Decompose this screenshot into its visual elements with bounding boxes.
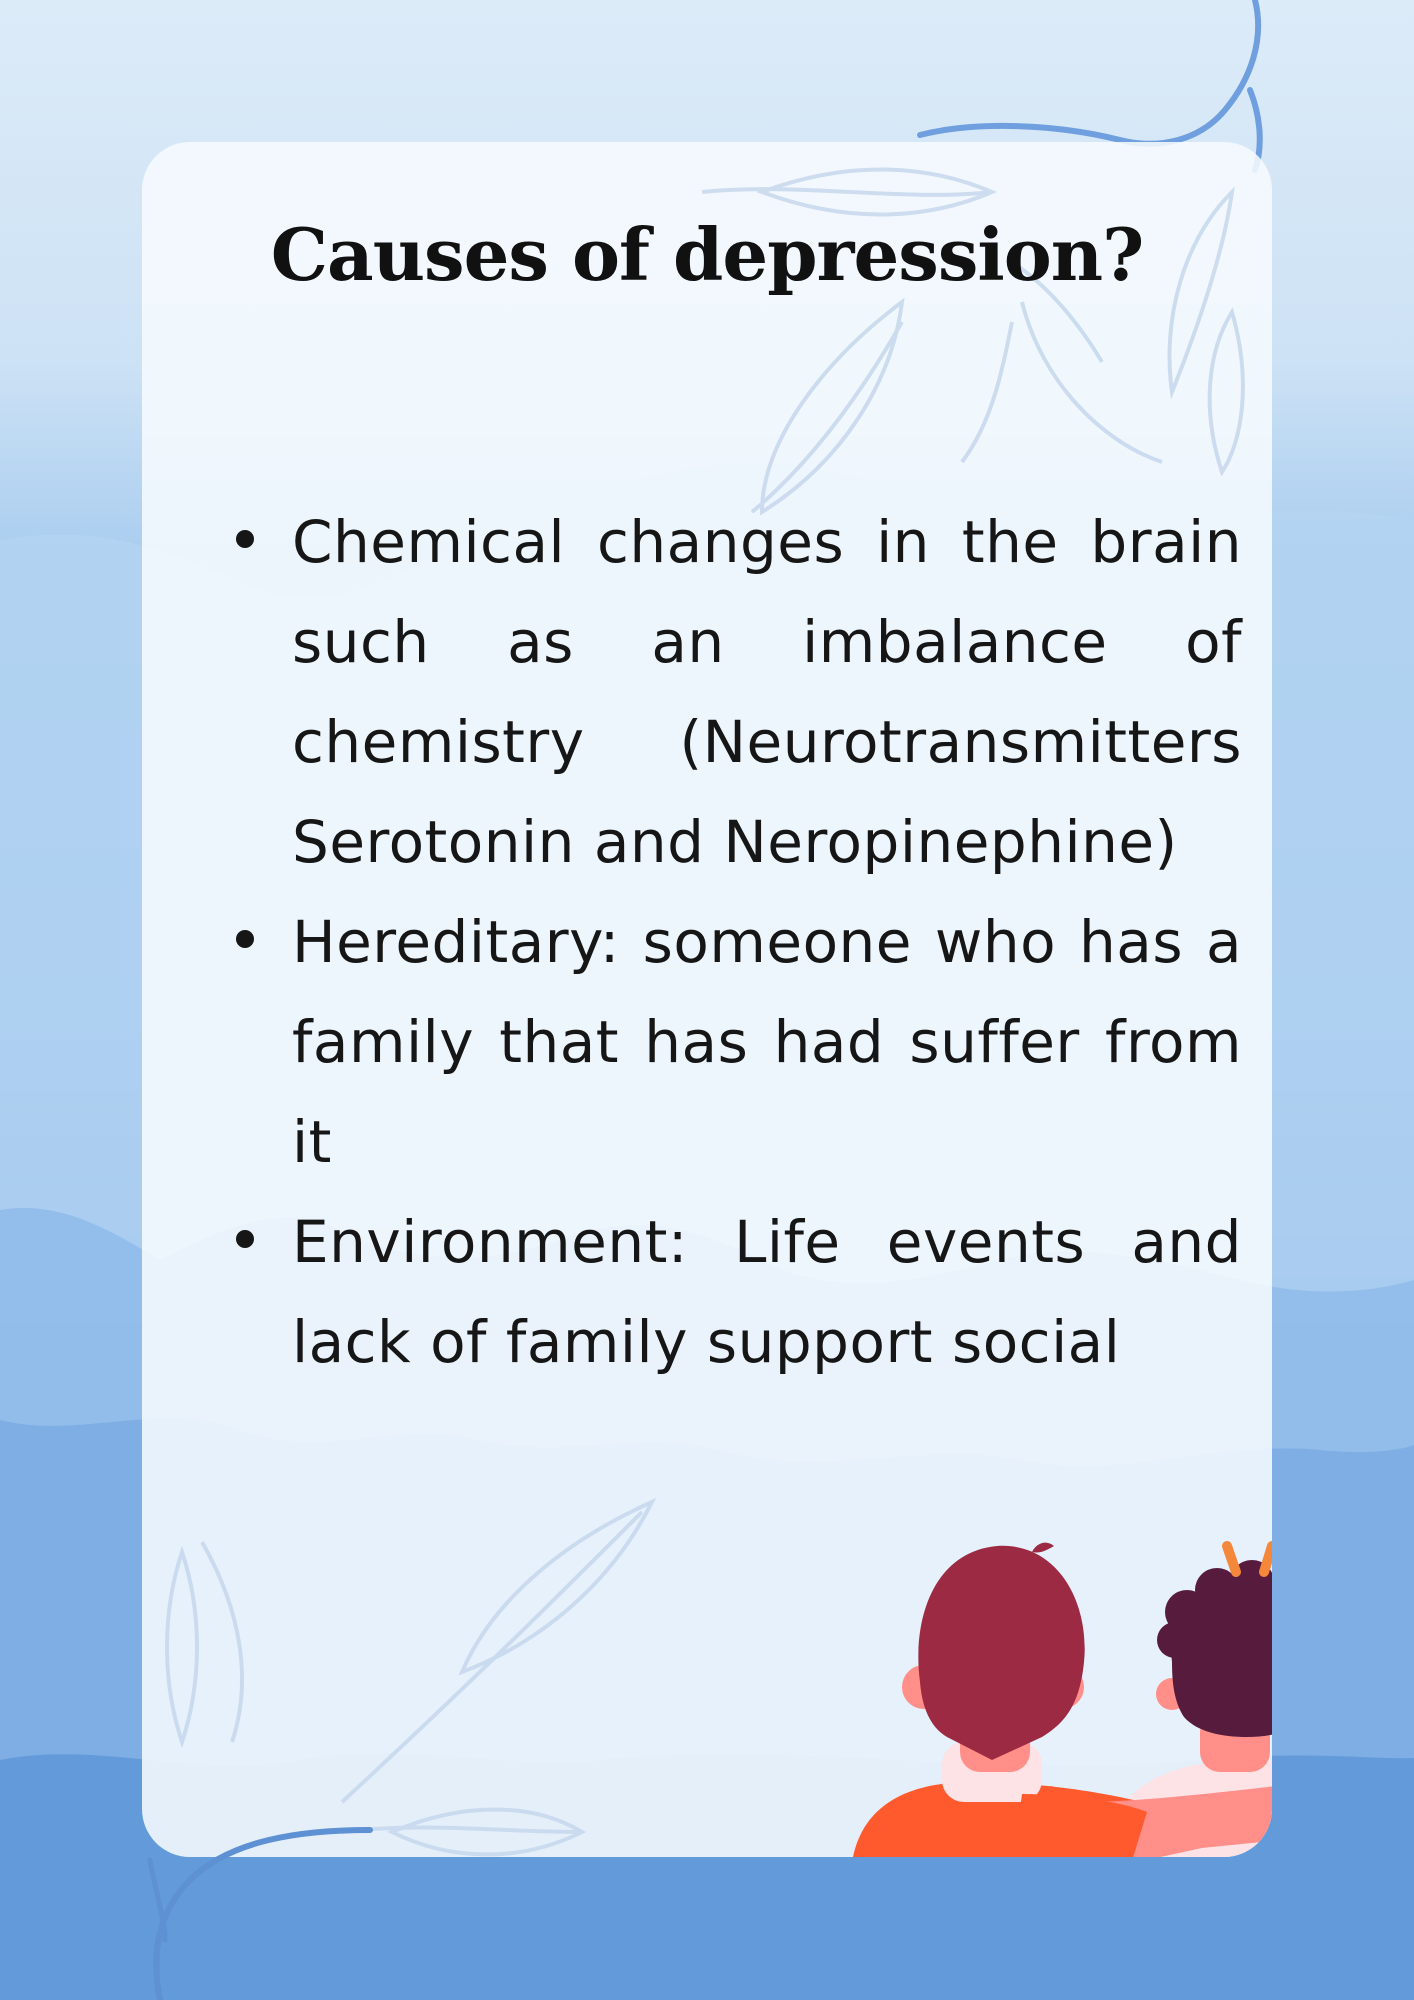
bullet-dot-icon xyxy=(236,530,254,548)
causes-list: Chemical changes in the brain such as an… xyxy=(236,492,1242,1392)
bullet-dot-icon xyxy=(236,930,254,948)
list-item: Hereditary: someone who has a family tha… xyxy=(236,892,1242,1192)
list-item-text: Environment: Life events and lack of fam… xyxy=(292,1208,1242,1376)
friends-hugging-illustration xyxy=(853,1541,1272,1857)
list-item-text: Hereditary: someone who has a family tha… xyxy=(292,908,1242,1176)
list-item: Chemical changes in the brain such as an… xyxy=(236,492,1242,892)
page-title: Causes of depression? xyxy=(270,212,1145,297)
list-item-text: Chemical changes in the brain such as an… xyxy=(292,508,1242,876)
content-card: Causes of depression? Chemical changes i… xyxy=(142,142,1272,1857)
list-item: Environment: Life events and lack of fam… xyxy=(236,1192,1242,1392)
bullet-dot-icon xyxy=(236,1230,254,1248)
